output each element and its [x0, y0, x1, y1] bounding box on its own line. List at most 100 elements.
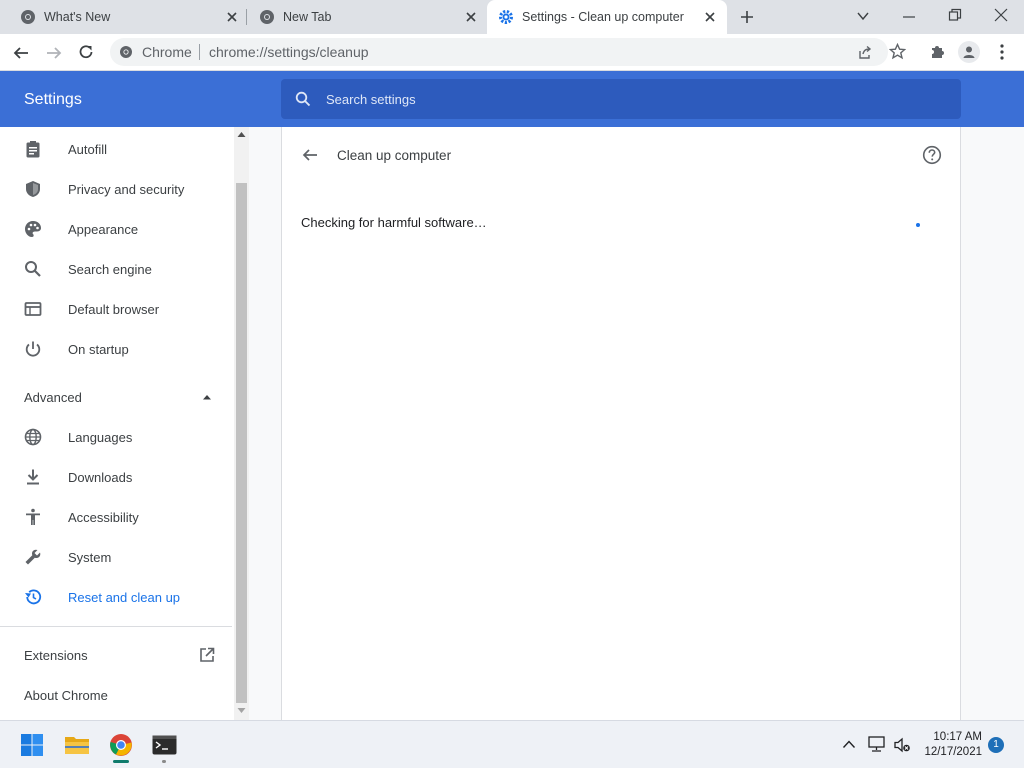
close-tab-icon[interactable]: [464, 10, 478, 24]
start-button[interactable]: [16, 729, 48, 761]
globe-icon: [24, 428, 42, 446]
clock-time: 10:17 AM: [933, 731, 982, 743]
shield-icon: [26, 181, 40, 197]
terminal-taskbar-button[interactable]: [148, 729, 180, 763]
scroll-down-arrow-icon[interactable]: [237, 707, 246, 714]
back-arrow-icon[interactable]: [301, 146, 319, 164]
sidebar-item-label: Languages: [68, 430, 133, 445]
settings-title: Settings: [24, 91, 82, 108]
scrollbar-thumb[interactable]: [236, 183, 247, 703]
sidebar-item-default-browser[interactable]: Default browser: [0, 289, 232, 329]
system-clock[interactable]: 10:17 AM 12/17/2021: [918, 730, 982, 760]
taskbar: 10:17 AM 12/17/2021 1: [0, 720, 1024, 768]
speaker-muted-icon[interactable]: [893, 736, 911, 754]
address-bar[interactable]: Chrome chrome://settings/cleanup: [110, 38, 888, 66]
clock-date: 12/17/2021: [924, 746, 982, 758]
close-tab-icon[interactable]: [225, 10, 239, 24]
scroll-up-arrow-icon[interactable]: [237, 131, 246, 138]
chrome-logo-icon: [260, 10, 274, 24]
sidebar-item-downloads[interactable]: Downloads: [0, 457, 232, 497]
new-tab-icon[interactable]: [739, 9, 755, 25]
palette-icon: [25, 221, 41, 237]
help-icon[interactable]: [922, 145, 942, 165]
close-window-icon[interactable]: [994, 8, 1008, 22]
sidebar-item-on-startup[interactable]: On startup: [0, 329, 232, 369]
clipboard-icon: [26, 141, 40, 158]
chevron-up-icon[interactable]: [842, 739, 856, 749]
caret-up-icon[interactable]: [202, 393, 212, 401]
share-icon[interactable]: [857, 45, 872, 60]
url-text[interactable]: chrome://settings/cleanup: [209, 44, 369, 60]
tab-search-chevron-icon[interactable]: [856, 9, 870, 23]
sidebar-item-label: On startup: [68, 342, 129, 357]
browser-toolbar: Chrome chrome://settings/cleanup: [0, 34, 1024, 71]
advanced-label: Advanced: [24, 390, 82, 405]
tab-title: Settings - Clean up computer: [522, 10, 684, 24]
sidebar-item-search-engine[interactable]: Search engine: [0, 249, 232, 289]
cleanup-card: Clean up computer Checking for harmful s…: [281, 127, 961, 720]
sidebar-item-label: System: [68, 550, 112, 565]
sidebar-item-label: Search engine: [68, 262, 152, 277]
tab-title: New Tab: [283, 10, 332, 24]
sidebar-item-reset-and-clean-up[interactable]: Reset and clean up: [0, 577, 232, 617]
sidebar-item-label: Downloads: [68, 470, 133, 485]
extensions-puzzle-icon[interactable]: [929, 43, 946, 60]
sidebar-item-label: Appearance: [68, 222, 139, 237]
running-app-indicator: [162, 760, 166, 763]
sidebar-item-label: Privacy and security: [68, 182, 185, 197]
sidebar-item-label: Accessibility: [68, 510, 139, 525]
sidebar-item-languages[interactable]: Languages: [0, 417, 232, 457]
page-title: Clean up computer: [337, 148, 452, 163]
forward-arrow-icon[interactable]: [45, 44, 63, 62]
site-label: Chrome: [142, 44, 192, 60]
close-tab-icon[interactable]: [703, 10, 717, 24]
tab-whats-new[interactable]: What's New: [0, 0, 245, 34]
sidebar-item-label: Default browser: [68, 302, 160, 317]
back-arrow-icon[interactable]: [12, 44, 30, 62]
sidebar-item-system[interactable]: System: [0, 537, 232, 577]
external-link-icon[interactable]: [199, 647, 215, 663]
reload-icon[interactable]: [77, 43, 95, 61]
settings-header: Settings: [0, 71, 1024, 127]
scan-status-text: Checking for harmful software…: [301, 215, 487, 230]
sidebar-item-autofill[interactable]: Autofill: [0, 129, 232, 169]
chrome-logo-icon: [120, 46, 132, 58]
sidebar-item-about-chrome[interactable]: About Chrome: [24, 688, 108, 703]
network-icon[interactable]: [867, 736, 886, 753]
browser-window-icon: [24, 302, 42, 316]
extensions-label: Extensions: [24, 648, 88, 663]
power-icon: [25, 341, 41, 357]
omnibox-separator: [199, 44, 200, 60]
folder-icon: [65, 737, 89, 754]
profile-avatar[interactable]: [958, 41, 980, 63]
sidebar-item-label: Reset and clean up: [68, 590, 181, 605]
history-icon: [25, 589, 42, 605]
restore-icon[interactable]: [948, 8, 962, 22]
wrench-icon: [25, 549, 41, 565]
chrome-taskbar-button[interactable]: [105, 729, 137, 763]
active-app-indicator: [113, 760, 129, 763]
bookmark-star-icon[interactable]: [889, 43, 906, 60]
tab-title: What's New: [44, 10, 111, 24]
chrome-logo-icon: [21, 10, 35, 24]
tab-settings[interactable]: Settings - Clean up computer: [487, 0, 727, 34]
tab-new-tab[interactable]: New Tab: [247, 0, 487, 34]
file-explorer-button[interactable]: [61, 729, 93, 761]
sidebar-item-privacy[interactable]: Privacy and security: [0, 169, 232, 209]
sidebar-item-appearance[interactable]: Appearance: [0, 209, 232, 249]
search-input[interactable]: [326, 79, 926, 119]
loading-spinner: [916, 223, 920, 227]
more-menu-icon[interactable]: [994, 43, 1010, 61]
windows-logo-icon: [21, 734, 43, 756]
minimize-icon[interactable]: [902, 10, 916, 24]
download-icon: [27, 469, 39, 485]
tab-strip: What's New New Tab Settings - Clean up c…: [0, 0, 1024, 34]
settings-search-box[interactable]: [281, 79, 961, 119]
terminal-icon: [152, 735, 177, 755]
sidebar-item-accessibility[interactable]: Accessibility: [0, 497, 232, 537]
sidebar-divider: [0, 626, 232, 627]
gear-icon: [499, 10, 513, 24]
accessibility-icon: [26, 508, 40, 525]
search-icon: [295, 91, 311, 107]
notification-badge[interactable]: 1: [988, 737, 1004, 753]
